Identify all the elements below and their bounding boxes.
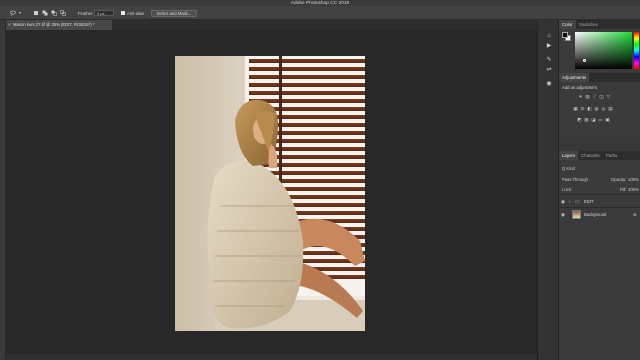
swatches-icon[interactable]: ◉: [545, 80, 553, 88]
lasso-icon[interactable]: [10, 10, 16, 16]
layer-row[interactable]: ◉ › ▭ EDIT: [559, 194, 640, 207]
adjustments-subtitle: Add an adjustment: [562, 85, 597, 90]
lock-label: Lock:: [562, 187, 573, 192]
eye-icon[interactable]: ◉: [561, 212, 565, 218]
chevron-right-icon[interactable]: ›: [569, 199, 570, 204]
photo-filter-icon[interactable]: ◍: [594, 106, 599, 111]
history-icon[interactable]: ⌂: [545, 32, 553, 40]
layer-thumbnail: [572, 210, 581, 219]
layer-filter-kind[interactable]: Q Kind: [562, 166, 575, 171]
opacity-value[interactable]: 100%: [628, 177, 639, 182]
lock-icon: ⊕: [633, 212, 637, 217]
properties-icon[interactable]: ⇌: [545, 66, 553, 74]
chevron-down-icon[interactable]: ▾: [17, 10, 23, 16]
tab-layers[interactable]: Layers: [559, 151, 579, 160]
levels-icon[interactable]: ▥: [585, 94, 590, 99]
color-picker-field[interactable]: [575, 32, 632, 69]
document-tab-label: Marcin kurs 27.tif @ 25% (EDIT, RGB/16*)…: [13, 22, 95, 28]
document-tab[interactable]: × Marcin kurs 27.tif @ 25% (EDIT, RGB/16…: [6, 20, 112, 30]
channel-mixer-icon[interactable]: ◎: [601, 106, 606, 111]
adjustments-panel-tabs: Adjustments: [559, 73, 640, 82]
play-icon[interactable]: ▶: [545, 42, 553, 50]
gradient-map-icon[interactable]: ▭: [598, 117, 603, 122]
brightness-contrast-icon[interactable]: ☀: [578, 94, 583, 99]
color-picker-cursor[interactable]: [583, 59, 586, 62]
layers-panel-tabs: Layers Channels Paths: [559, 151, 640, 160]
layers-panel: Q Kind Pass Through Opacity: 100% Lock: …: [559, 160, 640, 360]
canvas-area[interactable]: [6, 30, 537, 360]
invert-icon[interactable]: ◩: [577, 117, 582, 122]
tab-paths[interactable]: Paths: [603, 151, 620, 160]
tab-swatches[interactable]: Swatches: [576, 20, 601, 29]
vibrance-icon[interactable]: ▽: [606, 94, 611, 99]
document-tab-bar: × Marcin kurs 27.tif @ 25% (EDIT, RGB/16…: [6, 20, 537, 30]
color-lookup-icon[interactable]: ▤: [608, 106, 613, 111]
tab-color[interactable]: Color: [559, 20, 576, 29]
layer-name: Background: [584, 212, 607, 217]
exposure-icon[interactable]: ◫: [599, 94, 604, 99]
threshold-icon[interactable]: ◪: [591, 117, 596, 122]
intersect-selection-icon[interactable]: [60, 10, 66, 16]
app-title: Adobe Photoshop CC 2019: [290, 0, 350, 6]
layer-name: EDIT: [584, 199, 594, 204]
subtract-selection-icon[interactable]: [51, 10, 57, 16]
color-panel: [559, 29, 640, 72]
adjustments-panel: Add an adjustment ☀ ▥ ⟋ ◫ ▽ ▦ ⚖ ◧ ◍ ◎ ▤ …: [559, 82, 640, 137]
tab-adjustments[interactable]: Adjustments: [559, 73, 590, 82]
black-white-icon[interactable]: ◧: [587, 106, 592, 111]
add-selection-icon[interactable]: [42, 10, 48, 16]
hue-slider[interactable]: [634, 32, 639, 69]
color-balance-icon[interactable]: ⚖: [580, 106, 585, 111]
right-panels: Color Swatches Adjustments Add an adjust…: [559, 20, 640, 360]
layer-row[interactable]: ◉ Background ⊕: [559, 207, 640, 220]
document-image: [175, 56, 365, 331]
anti-alias-checkbox[interactable]: [121, 11, 125, 15]
anti-alias-label: Anti-alias: [127, 10, 145, 16]
color-panel-tabs: Color Swatches: [559, 20, 640, 29]
opacity-label: Opacity:: [611, 177, 627, 182]
fill-value[interactable]: 100%: [628, 187, 639, 192]
feather-input[interactable]: 0 px: [94, 10, 114, 16]
select-and-mask-button[interactable]: Select and Mask...: [151, 9, 197, 17]
brush-settings-icon[interactable]: ✎: [545, 56, 553, 64]
posterize-icon[interactable]: ▧: [584, 117, 589, 122]
horizontal-scrollbar[interactable]: [6, 354, 537, 360]
foreground-color-swatch[interactable]: [562, 32, 568, 38]
panel-icon-strip: ⌂ ▶ ✎ ⇌ ◉: [537, 20, 559, 360]
close-icon[interactable]: ×: [8, 22, 11, 27]
feather-label: Feather:: [78, 10, 94, 16]
folder-icon: ▭: [575, 198, 580, 205]
new-selection-icon[interactable]: [33, 10, 39, 16]
selective-color-icon[interactable]: ▣: [605, 117, 610, 122]
tab-channels[interactable]: Channels: [578, 151, 603, 160]
curves-icon[interactable]: ⟋: [592, 94, 597, 99]
fill-label: Fill:: [620, 187, 627, 192]
eye-icon[interactable]: ◉: [561, 199, 565, 205]
blend-mode-select[interactable]: Pass Through: [562, 177, 588, 182]
hue-saturation-icon[interactable]: ▦: [573, 106, 578, 111]
options-bar: ▾ Feather: 0 px Anti-alias Select and Ma…: [0, 6, 640, 20]
